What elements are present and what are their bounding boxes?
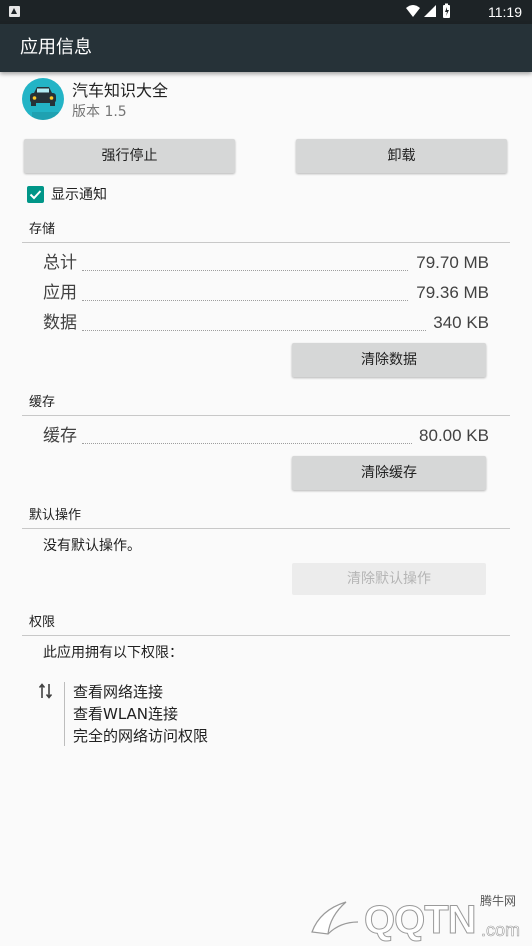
storage-app-value: 79.36 MB — [416, 283, 489, 302]
storage-data-value: 340 KB — [433, 313, 489, 332]
uninstall-button[interactable]: 卸载 — [296, 139, 507, 173]
status-bar: 11:19 — [0, 0, 532, 24]
permission-item: 查看网络连接 — [73, 683, 164, 701]
watermark-suffix: .com — [480, 920, 521, 941]
clear-data-button[interactable]: 清除数据 — [292, 343, 486, 377]
cache-header: 缓存 — [29, 395, 56, 410]
watermark-site-label: 腾牛网 — [479, 894, 516, 908]
checkmark-icon — [29, 190, 42, 200]
show-notifications-label: 显示通知 — [51, 187, 107, 203]
storage-app-label: 应用 — [43, 283, 77, 303]
permission-group-line — [64, 682, 65, 746]
divider — [22, 528, 510, 529]
app-name: 汽车知识大全 — [72, 81, 169, 100]
app-bar: 应用信息 — [0, 24, 532, 72]
permission-item: 完全的网络访问权限 — [73, 727, 209, 745]
permissions-intro: 此应用拥有以下权限： — [43, 645, 183, 661]
watermark-text: QQTN — [364, 898, 478, 942]
show-notifications-checkbox[interactable] — [27, 186, 44, 203]
cache-value: 80.00 KB — [419, 426, 489, 445]
watermark-logo-icon — [311, 901, 359, 935]
permission-item: 查看WLAN连接 — [73, 705, 179, 723]
divider — [22, 242, 510, 243]
page-title: 应用信息 — [20, 37, 92, 58]
leader-dots — [82, 300, 408, 301]
network-arrows-icon — [38, 683, 53, 699]
storage-header: 存储 — [29, 222, 56, 237]
storage-data-label: 数据 — [43, 313, 77, 333]
app-version: 版本 1.5 — [72, 104, 127, 120]
divider — [22, 635, 510, 636]
clear-defaults-button[interactable]: 清除默认操作 — [292, 563, 486, 595]
cache-label: 缓存 — [43, 426, 77, 446]
permissions-header: 权限 — [29, 615, 56, 630]
status-icons — [406, 3, 450, 18]
leader-dots — [82, 270, 408, 271]
leader-dots — [82, 443, 412, 444]
notification-icon — [9, 6, 20, 17]
battery-icon — [443, 3, 450, 18]
force-stop-button[interactable]: 强行停止 — [24, 139, 235, 173]
signal-icon — [424, 5, 436, 17]
leader-dots — [82, 330, 426, 331]
watermark: QQTN 腾牛网 .com — [306, 892, 526, 942]
storage-total-value: 79.70 MB — [416, 253, 489, 272]
clock: 11:19 — [488, 4, 522, 20]
wifi-icon — [406, 5, 420, 17]
no-defaults-text: 没有默认操作。 — [43, 538, 141, 554]
clear-cache-button[interactable]: 清除缓存 — [292, 456, 486, 490]
storage-total-label: 总计 — [43, 253, 77, 273]
defaults-header: 默认操作 — [29, 508, 82, 523]
car-icon — [30, 87, 62, 120]
divider — [22, 415, 510, 416]
app-icon — [22, 78, 64, 120]
